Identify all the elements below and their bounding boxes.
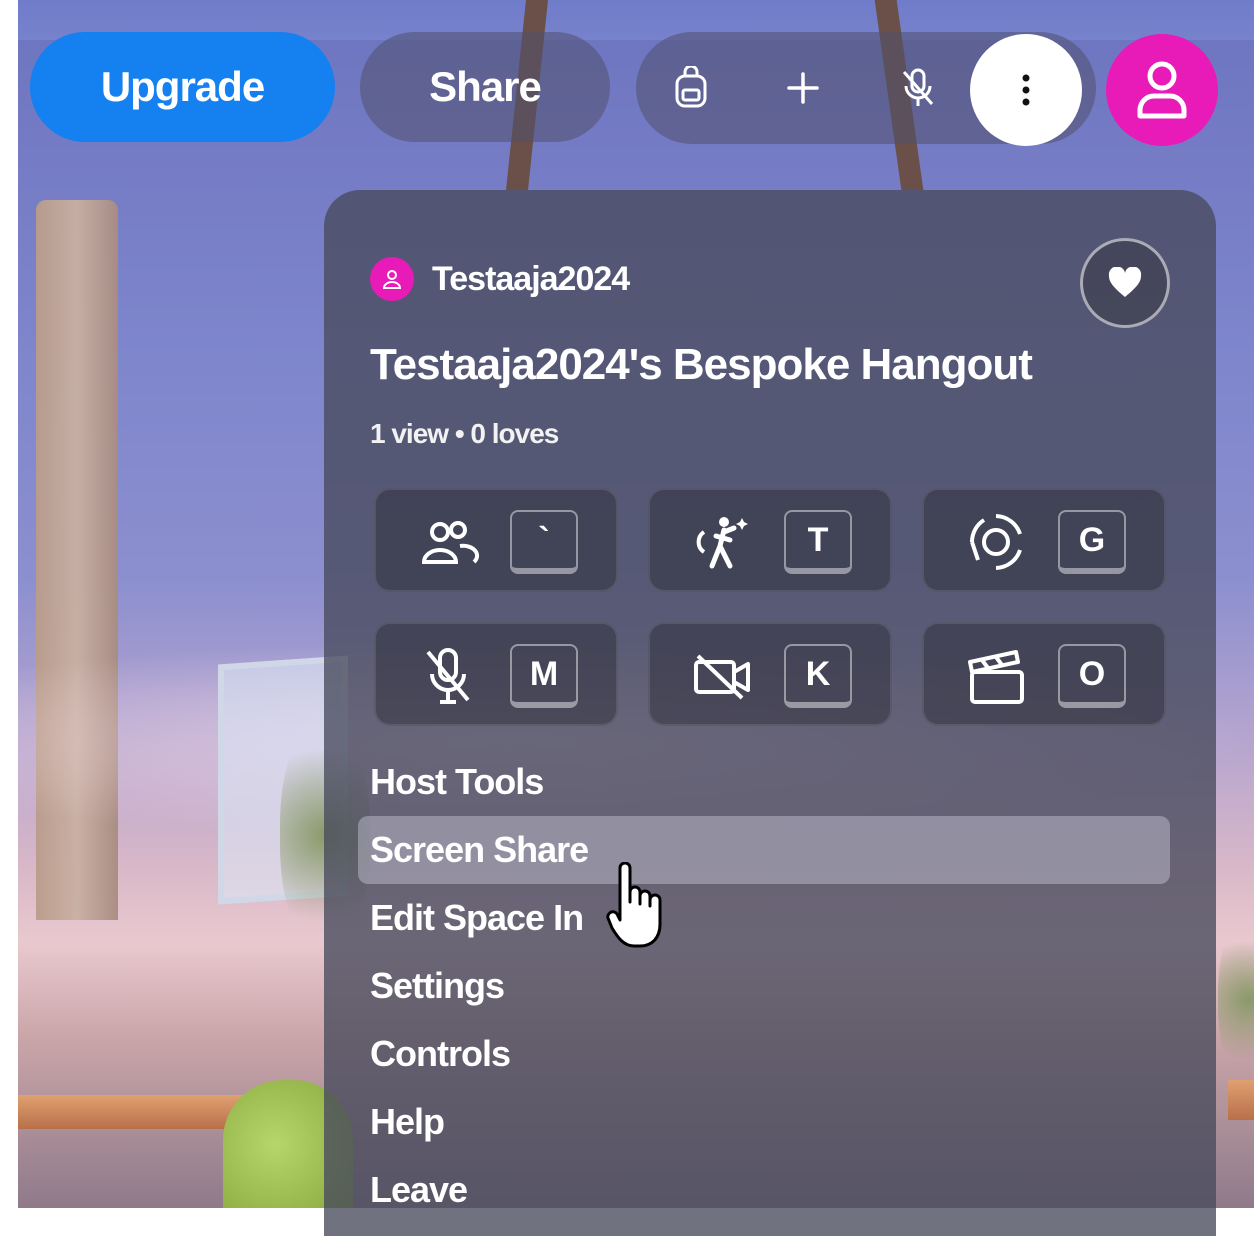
shortcut-key: `	[510, 510, 578, 574]
quick-action-dance[interactable]: T	[648, 488, 892, 592]
more-vertical-icon	[1022, 74, 1030, 106]
owner-row[interactable]: Testaaja2024	[370, 256, 630, 302]
menu-item-screen-share[interactable]: Screen Share	[358, 816, 1170, 884]
people-icon	[408, 508, 488, 576]
gravity-icon	[956, 508, 1036, 576]
owner-avatar	[370, 257, 414, 301]
backpack-icon[interactable]	[649, 32, 733, 144]
user-icon	[1137, 61, 1187, 119]
scene-bench	[1228, 1080, 1254, 1120]
quick-action-clapper[interactable]: O	[922, 622, 1166, 726]
space-stats: 1 view • 0 loves	[370, 418, 559, 449]
heart-icon	[1108, 267, 1142, 297]
plus-icon[interactable]	[761, 32, 845, 144]
shortcut-key: G	[1058, 510, 1126, 574]
quick-action-camera[interactable]: K	[648, 622, 892, 726]
user-avatar-button[interactable]	[1106, 34, 1218, 146]
mic-muted-icon	[408, 642, 488, 710]
camera-off-icon	[682, 642, 762, 710]
upgrade-button[interactable]: Upgrade	[30, 32, 335, 142]
share-button[interactable]: Share	[360, 32, 610, 142]
user-icon	[382, 270, 402, 289]
dance-icon	[682, 508, 762, 576]
shortcut-key: T	[784, 510, 852, 574]
shortcut-key: O	[1058, 644, 1126, 708]
menu-item-edit-space-info[interactable]: Edit Space In	[358, 884, 1170, 952]
space-menu: Host Tools Screen Share Edit Space In Se…	[358, 748, 1170, 1224]
shortcut-key: M	[510, 644, 578, 708]
menu-item-controls[interactable]: Controls	[358, 1020, 1170, 1088]
hand-cursor-icon	[606, 862, 662, 948]
menu-item-help[interactable]: Help	[358, 1088, 1170, 1156]
clapperboard-icon	[956, 642, 1036, 710]
menu-item-host-tools[interactable]: Host Tools	[358, 748, 1170, 816]
menu-item-leave[interactable]: Leave	[358, 1156, 1170, 1224]
owner-name[interactable]: Testaaja2024	[432, 260, 630, 299]
quick-action-mute[interactable]: M	[374, 622, 618, 726]
shortcut-key: K	[784, 644, 852, 708]
mic-muted-icon[interactable]	[876, 32, 960, 144]
scene-plant	[1218, 920, 1254, 1080]
love-button[interactable]	[1080, 238, 1170, 328]
quick-action-people[interactable]: `	[374, 488, 618, 592]
space-menu-panel: Testaaja2024 Testaaja2024's Bespoke Hang…	[324, 190, 1216, 1236]
more-options-button[interactable]	[970, 34, 1082, 146]
quick-action-gravity[interactable]: G	[922, 488, 1166, 592]
space-title: Testaaja2024's Bespoke Hangout	[370, 340, 1033, 389]
menu-item-settings[interactable]: Settings	[358, 952, 1170, 1020]
